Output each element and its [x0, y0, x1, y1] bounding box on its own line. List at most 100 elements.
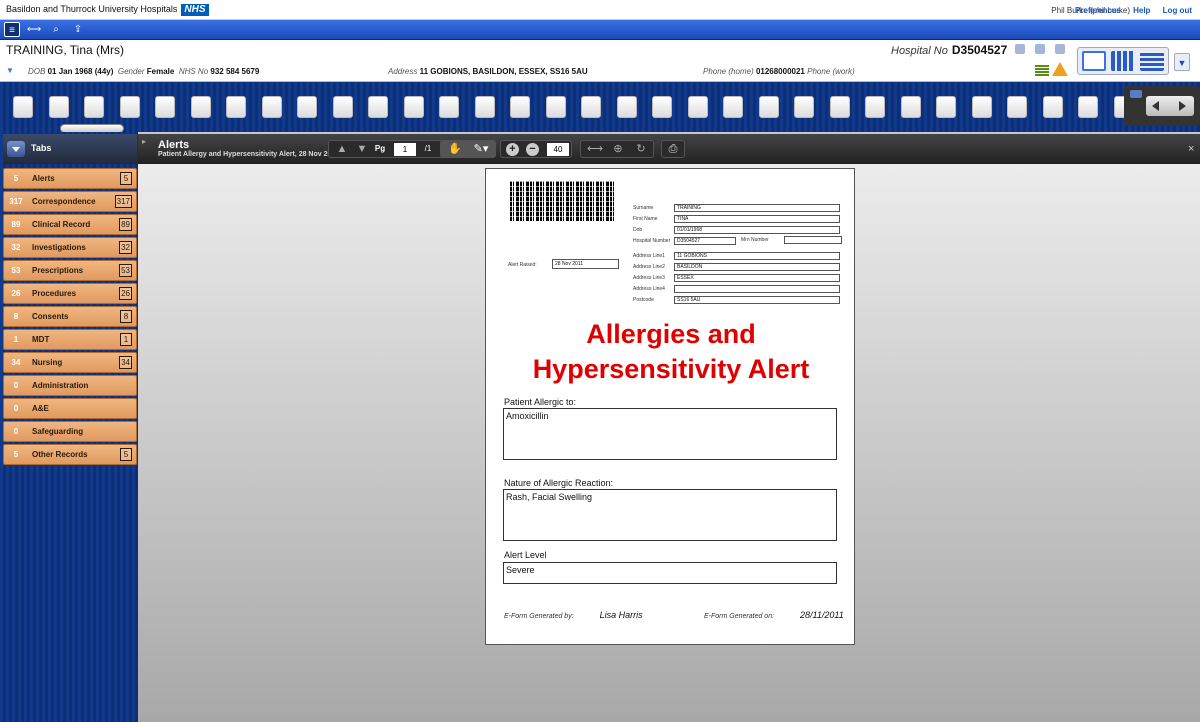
- thumbnail-frame[interactable]: [1078, 96, 1098, 118]
- print-icon[interactable]: ⎙: [664, 141, 682, 157]
- list-view-icon[interactable]: [1140, 51, 1164, 71]
- thumbnail-frame[interactable]: [758, 96, 779, 118]
- upload-icon[interactable]: ⇪: [70, 22, 86, 37]
- thumbnail-frame[interactable]: [794, 96, 814, 118]
- thumbnail-frame[interactable]: [48, 96, 69, 118]
- tab-count: 5: [13, 174, 19, 183]
- single-view-icon[interactable]: [1082, 51, 1106, 71]
- tab-other-records[interactable]: 5 Other Records 5: [3, 444, 137, 465]
- thumbnail-frame[interactable]: [226, 96, 246, 118]
- thumbnail-frame[interactable]: [84, 96, 104, 118]
- thumbnail-frame[interactable]: [971, 96, 992, 118]
- tab-nursing[interactable]: 34 Nursing 34: [3, 352, 137, 373]
- fit-page-icon[interactable]: ⊕: [608, 141, 628, 157]
- thumbnail-frame[interactable]: [297, 96, 317, 118]
- thumbnail-frame[interactable]: [616, 96, 637, 118]
- page-input[interactable]: 1: [394, 143, 416, 156]
- generated-by: E-Form Generated by: Lisa Harris: [504, 610, 643, 620]
- thumbnail-frame[interactable]: [936, 96, 956, 118]
- thumbnail-frame[interactable]: [865, 96, 885, 118]
- thumbnail-frame[interactable]: [13, 96, 33, 118]
- zoom-controls: + − 40: [500, 140, 572, 158]
- zoom-out-icon[interactable]: −: [526, 143, 539, 156]
- logout-link[interactable]: Log out: [1163, 6, 1192, 15]
- notes-icon[interactable]: [1035, 44, 1045, 54]
- warning-icon[interactable]: [1052, 62, 1068, 76]
- thumbnail-frame[interactable]: [439, 96, 459, 118]
- thumbnail-frame[interactable]: [155, 96, 175, 118]
- tab-badge: 34: [119, 356, 132, 369]
- hand-tool-icon[interactable]: ✋: [447, 141, 463, 157]
- tab-label: Nursing: [32, 358, 63, 367]
- zoom-input[interactable]: 40: [547, 143, 569, 156]
- tab-prescriptions[interactable]: 53 Prescriptions 53: [3, 260, 137, 281]
- tab-clinical-record[interactable]: 89 Clinical Record 89: [3, 214, 137, 235]
- merge-icon[interactable]: [1015, 44, 1025, 54]
- collapse-icon[interactable]: [1130, 90, 1142, 98]
- tab-procedures[interactable]: 26 Procedures 26: [3, 283, 137, 304]
- thumbnail-frame[interactable]: [829, 96, 850, 118]
- tab-consents[interactable]: 8 Consents 8: [3, 306, 137, 327]
- tabs-menu-icon[interactable]: [7, 141, 25, 157]
- tab-badge: 89: [119, 218, 132, 231]
- thumbnail-frame[interactable]: [1007, 96, 1027, 118]
- ruler-icon[interactable]: ⟷: [26, 22, 42, 37]
- help-link[interactable]: Help: [1133, 6, 1150, 15]
- thumbnail-frame[interactable]: [474, 96, 495, 118]
- view-dropdown-icon[interactable]: ▼: [1174, 53, 1190, 71]
- grid-view-icon[interactable]: [1111, 51, 1135, 71]
- collapse-sidebar-icon[interactable]: ▸: [142, 137, 146, 146]
- address-label: Address Line2: [633, 264, 665, 270]
- thumbnail-frame[interactable]: [261, 96, 282, 118]
- tab-investigations[interactable]: 32 Investigations 32: [3, 237, 137, 258]
- thumbnail-frame[interactable]: [510, 96, 530, 118]
- patient-phone: Phone (home) 01268000021 Phone (work): [703, 67, 855, 76]
- tab-count: 89: [11, 220, 21, 229]
- alert-title-line2: Hypersensitivity Alert: [532, 354, 810, 384]
- thumbnail-frame[interactable]: [687, 96, 708, 118]
- thumbnail-frame[interactable]: [403, 96, 424, 118]
- tab-a-e[interactable]: 0 A&E: [3, 398, 137, 419]
- thumbnail-frame[interactable]: [119, 96, 140, 118]
- allergic-label: Patient Allergic to:: [504, 397, 577, 407]
- rotate-icon[interactable]: ↻: [631, 141, 651, 157]
- thumbnail-frame[interactable]: [545, 96, 566, 118]
- previous-icon[interactable]: [1152, 101, 1159, 111]
- tool-group: ✋ ✎▾: [440, 140, 496, 158]
- list-icon[interactable]: ≡: [4, 22, 20, 37]
- thumbnail-frame[interactable]: [1042, 96, 1063, 118]
- tab-safeguarding[interactable]: 0 Safeguarding: [3, 421, 137, 442]
- next-icon[interactable]: [1179, 101, 1186, 111]
- fit-width-icon[interactable]: ⟷: [585, 141, 605, 157]
- thumbnail-frame[interactable]: [332, 96, 353, 118]
- preferences-link[interactable]: Preferences: [1075, 6, 1121, 15]
- page-up-icon[interactable]: ▲: [335, 141, 349, 157]
- thumbnail-frame[interactable]: [652, 96, 672, 118]
- expand-chevron-icon[interactable]: ▼: [6, 66, 14, 75]
- tab-count: 26: [11, 289, 21, 298]
- tab-count: 1: [13, 335, 19, 344]
- tab-count: 0: [13, 381, 19, 390]
- pen-tool-icon[interactable]: ✎▾: [469, 141, 493, 157]
- tab-badge: 317: [114, 195, 132, 208]
- page-down-icon[interactable]: ▼: [355, 141, 369, 157]
- thumbnail-frame[interactable]: [900, 96, 921, 118]
- tab-count: 0: [13, 404, 19, 413]
- field-value: 01/01/1968: [674, 226, 840, 234]
- thumbnail-frame[interactable]: [723, 96, 743, 118]
- tab-correspondence[interactable]: 317 Correspondence 317: [3, 191, 137, 212]
- address-label: Postcode: [633, 297, 654, 303]
- tab-mdt[interactable]: 1 MDT 1: [3, 329, 137, 350]
- close-icon[interactable]: ×: [1188, 143, 1194, 155]
- thumbnail-frame[interactable]: [368, 96, 388, 118]
- thumbnail-frame[interactable]: [190, 96, 211, 118]
- export-icon[interactable]: [1055, 44, 1065, 54]
- tab-badge: 8: [120, 310, 132, 323]
- tab-administration[interactable]: 0 Administration: [3, 375, 137, 396]
- tab-badge: 53: [119, 264, 132, 277]
- document-page: Surname TRAINING First Name TINA Dob 01/01/19…: [485, 168, 855, 645]
- zoom-in-icon[interactable]: +: [506, 143, 519, 156]
- thumbnail-frame[interactable]: [581, 96, 601, 118]
- tab-alerts[interactable]: 5 Alerts 5: [3, 168, 137, 189]
- search-icon[interactable]: ⌕: [48, 22, 64, 37]
